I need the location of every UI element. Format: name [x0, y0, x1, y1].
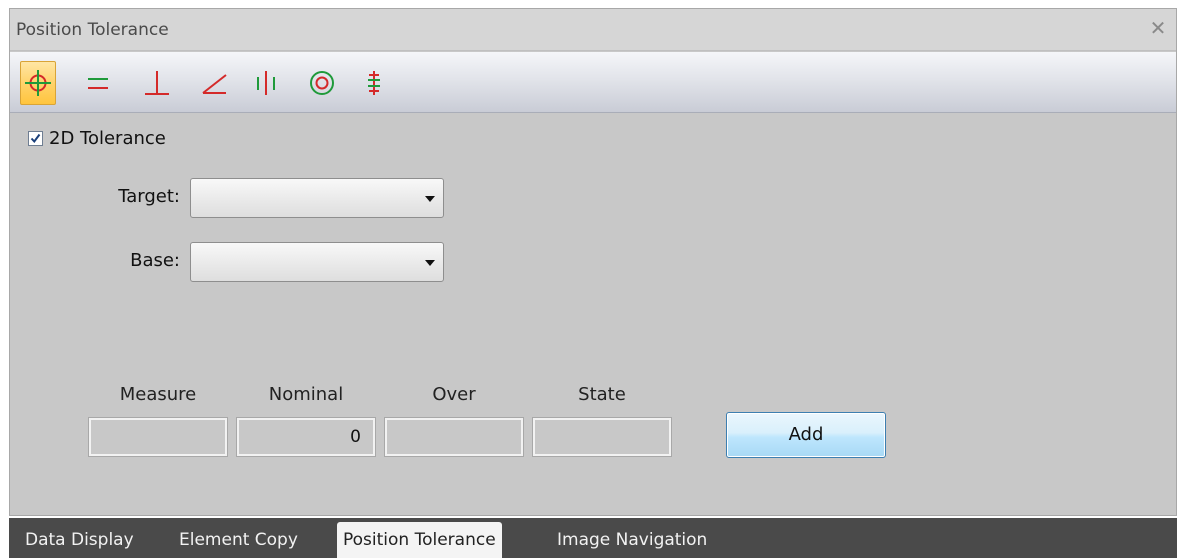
state-header: State — [578, 384, 626, 405]
tab-data-display[interactable]: Data Display — [19, 522, 140, 558]
tab-element-copy[interactable]: Element Copy — [173, 522, 304, 558]
panel-titlebar: Position Tolerance ✕ — [10, 9, 1176, 51]
base-label: Base: — [130, 250, 180, 271]
concentricity-icon[interactable] — [304, 61, 340, 105]
chevron-down-icon — [425, 196, 435, 202]
target-dropdown[interactable] — [190, 178, 444, 218]
tolerance-toolbar — [10, 52, 1176, 113]
measure-header: Measure — [119, 384, 197, 405]
target-label: Target: — [118, 186, 180, 207]
position-tolerance-icon[interactable] — [20, 61, 56, 105]
panel-title: Position Tolerance — [16, 20, 169, 40]
checkmark-icon — [30, 133, 41, 143]
base-dropdown[interactable] — [190, 242, 444, 282]
chevron-down-icon — [425, 260, 435, 266]
parallelism-icon[interactable] — [80, 61, 116, 105]
over-field — [384, 417, 524, 457]
coaxiality-icon[interactable] — [356, 61, 392, 105]
perpendicularity-icon[interactable] — [139, 61, 175, 105]
symmetry-icon[interactable] — [248, 61, 284, 105]
nominal-field[interactable]: 0 — [236, 417, 376, 457]
tolerance-2d-label: 2D Tolerance — [49, 127, 166, 149]
add-button[interactable]: Add — [726, 412, 886, 458]
state-field — [532, 417, 672, 457]
close-icon[interactable]: ✕ — [1146, 16, 1170, 40]
bottom-tab-bar: Data Display Element Copy Position Toler… — [9, 518, 1177, 558]
nominal-header: Nominal — [268, 384, 344, 405]
angularity-icon[interactable] — [196, 61, 232, 105]
tolerance-2d-checkbox[interactable] — [28, 130, 43, 146]
over-header: Over — [432, 384, 476, 405]
tab-position-tolerance[interactable]: Position Tolerance — [337, 522, 502, 558]
tolerance-2d-row: 2D Tolerance — [28, 127, 166, 149]
measure-field — [88, 417, 228, 457]
tab-image-navigation[interactable]: Image Navigation — [551, 522, 713, 558]
